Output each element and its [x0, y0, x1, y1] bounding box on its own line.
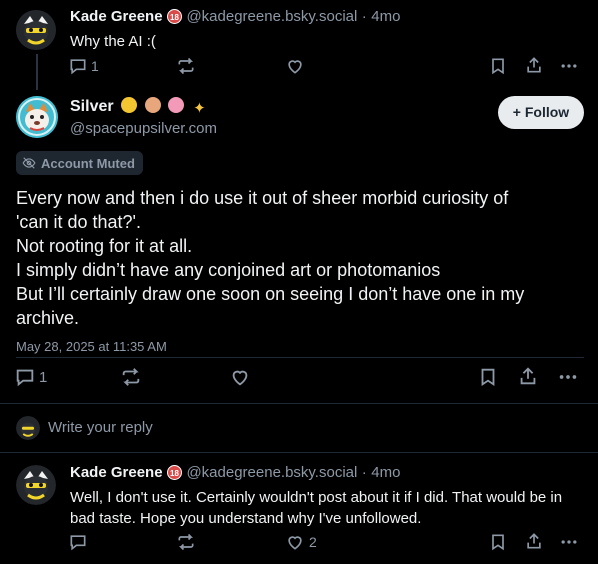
repost-icon[interactable]: [176, 532, 196, 552]
dog-face-icon: [144, 97, 161, 113]
post-body: Every now and then i do use it out of sh…: [16, 186, 586, 330]
author-name[interactable]: Kade Greene: [70, 464, 163, 481]
post-time[interactable]: 4mo: [371, 8, 400, 25]
muted-label: Account Muted: [41, 155, 135, 171]
nerd-face-icon: [121, 97, 138, 113]
post-timestamp[interactable]: May 28, 2025 at 11:35 AM: [16, 339, 167, 354]
like-icon[interactable]: [229, 366, 251, 388]
more-icon[interactable]: [559, 532, 579, 552]
author-handle[interactable]: @kadegreene.bsky.social: [186, 8, 357, 25]
share-icon[interactable]: [524, 531, 544, 551]
bookmark-icon[interactable]: [488, 532, 508, 552]
follow-button[interactable]: + Follow: [498, 96, 584, 129]
reply-icon[interactable]: [68, 56, 88, 76]
brain-icon: [167, 97, 184, 113]
author-handle[interactable]: @spacepupsilver.com: [70, 120, 217, 137]
avatar[interactable]: [16, 96, 58, 138]
thread-line: [36, 54, 38, 90]
author-name[interactable]: Silver: [70, 98, 114, 115]
more-icon[interactable]: [557, 366, 579, 388]
like-count: 2: [309, 534, 317, 550]
reply-count: 1: [39, 369, 48, 386]
muted-badge[interactable]: Account Muted: [16, 151, 143, 175]
avatar: [16, 416, 40, 440]
post-line: 'can it do that?'.: [16, 212, 141, 232]
divider: [0, 452, 598, 453]
no-entry-badge-icon: 18: [167, 465, 182, 480]
post-line: Not rooting for it at all.: [16, 236, 193, 256]
author-handle[interactable]: @kadegreene.bsky.social: [186, 464, 357, 481]
post-line: But I’ll certainly draw one soon on seei…: [16, 284, 525, 304]
no-entry-badge-icon: 18: [167, 9, 182, 24]
post-header: Kade Greene 18 @kadegreene.bsky.social ·…: [70, 464, 400, 482]
repost-icon[interactable]: [176, 56, 196, 76]
post-header: Kade Greene 18 @kadegreene.bsky.social ·…: [70, 8, 400, 26]
sparkles-icon: ✦: [193, 100, 206, 117]
share-icon[interactable]: [524, 55, 544, 75]
repost-icon[interactable]: [120, 366, 142, 388]
post-text: Well, I don't use it. Certainly wouldn't…: [70, 489, 563, 527]
reply-input[interactable]: Write your reply: [48, 419, 153, 436]
bookmark-icon[interactable]: [477, 366, 499, 388]
post-line: I simply didn’t have any conjoined art o…: [16, 260, 441, 280]
reply-icon[interactable]: [14, 366, 36, 388]
post-line: Every now and then i do use it out of sh…: [16, 188, 509, 208]
eye-slash-icon: [22, 156, 36, 170]
more-icon[interactable]: [559, 56, 579, 76]
divider: [0, 403, 598, 404]
like-icon[interactable]: [285, 56, 305, 76]
post-time[interactable]: 4mo: [371, 464, 400, 481]
separator: ·: [361, 464, 367, 481]
avatar[interactable]: [16, 10, 56, 50]
reply-icon[interactable]: [68, 532, 88, 552]
like-icon[interactable]: [285, 532, 305, 552]
divider: [16, 357, 584, 358]
author-name-row: Silver ✦: [70, 97, 207, 117]
post-text: Why the AI :(: [70, 33, 156, 50]
bookmark-icon[interactable]: [488, 56, 508, 76]
separator: ·: [361, 8, 367, 25]
reply-count: 1: [91, 58, 99, 74]
author-name[interactable]: Kade Greene: [70, 8, 163, 25]
share-icon[interactable]: [517, 365, 539, 387]
follow-button-label: + Follow: [512, 104, 570, 120]
avatar[interactable]: [16, 465, 56, 505]
post-line: archive.: [16, 308, 80, 328]
